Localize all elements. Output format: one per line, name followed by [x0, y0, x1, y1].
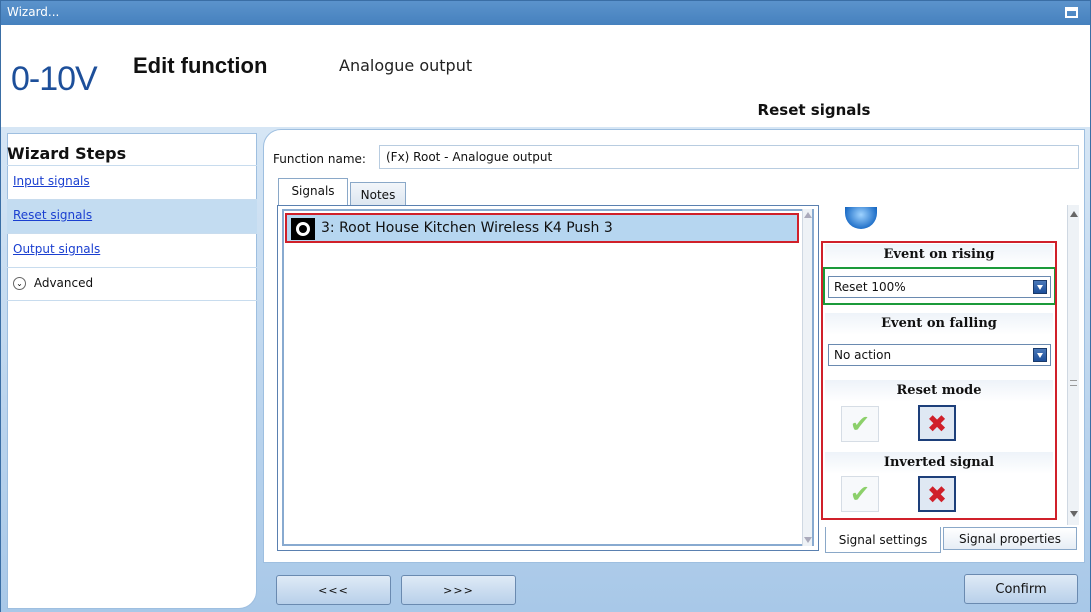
wizard-step-label[interactable]: Input signals	[13, 174, 90, 188]
signals-list-scrollbar[interactable]	[802, 209, 812, 546]
tab-signal-settings[interactable]: Signal settings	[825, 527, 941, 553]
page-subtitle: Analogue output	[339, 56, 473, 75]
signals-list-frame	[282, 209, 814, 546]
wizard-step-reset-signals[interactable]: Reset signals	[7, 199, 257, 233]
signal-row[interactable]: 3: Root House Kitchen Wireless K4 Push 3	[285, 213, 799, 243]
wizard-step-label[interactable]: Output signals	[13, 242, 100, 256]
maximize-icon[interactable]	[1065, 7, 1078, 18]
scroll-thumb-grip-icon[interactable]	[1070, 380, 1077, 386]
wizard-window: Wizard... 0-10V Edit function Analogue o…	[0, 0, 1091, 612]
wizard-step-input-signals[interactable]: Input signals	[7, 165, 257, 199]
signal-row-label: 3: Root House Kitchen Wireless K4 Push 3	[321, 220, 613, 236]
function-name-label: Function name:	[273, 152, 366, 166]
tab-notes[interactable]: Notes	[350, 182, 406, 205]
wizard-step-label[interactable]: Reset signals	[13, 208, 92, 222]
wizard-steps-heading: Wizard Steps	[7, 144, 127, 163]
function-type-logo: 0-10V	[11, 60, 98, 98]
advanced-expander[interactable]: ⌄ Advanced	[7, 267, 257, 301]
scroll-down-icon[interactable]	[1070, 511, 1078, 517]
window-title: Wizard...	[7, 5, 60, 19]
pushbutton-signal-icon	[291, 218, 315, 240]
settings-highlight-frame	[821, 241, 1057, 520]
back-button[interactable]: <<<	[276, 575, 391, 605]
page-title: Edit function	[133, 53, 268, 78]
scroll-down-icon[interactable]	[804, 537, 812, 543]
scroll-up-icon[interactable]	[804, 212, 812, 218]
tab-signals[interactable]: Signals	[278, 178, 348, 206]
title-bar: Wizard...	[1, 1, 1090, 25]
wizard-step-output-signals[interactable]: Output signals	[7, 233, 257, 267]
function-name-field[interactable]: (Fx) Root - Analogue output	[379, 145, 1079, 169]
advanced-label: Advanced	[33, 276, 94, 290]
current-step-tab: Reset signals	[629, 85, 999, 127]
next-button[interactable]: >>>	[401, 575, 516, 605]
settings-scrollbar[interactable]	[1067, 205, 1079, 525]
scroll-up-icon[interactable]	[1070, 211, 1078, 217]
confirm-button[interactable]: Confirm	[964, 574, 1078, 604]
chevron-down-icon: ⌄	[13, 277, 26, 290]
tab-signal-properties[interactable]: Signal properties	[943, 527, 1077, 550]
